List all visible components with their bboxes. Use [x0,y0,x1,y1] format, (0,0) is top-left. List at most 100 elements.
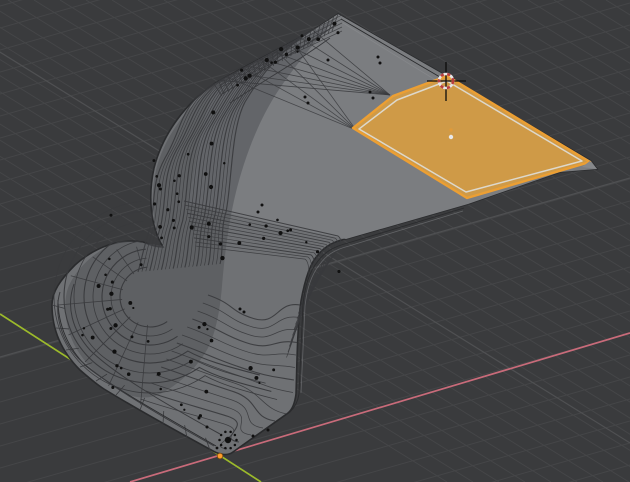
face-dot-secondary [449,128,452,131]
ring-vertex-dot [235,439,238,442]
vertex-dot [207,235,210,238]
vertex-dot [264,224,267,227]
vertex-dot [180,403,183,406]
vertex-dot [286,229,289,232]
vertex-dot [111,281,114,284]
vertex-dot [257,211,260,214]
vertex-dot [270,61,273,64]
vertex-dot [120,367,123,370]
vertex-dot [219,242,222,245]
vertex-dot [252,435,255,438]
vertex-dot [189,360,193,364]
vertex-dot [209,185,213,189]
vertex-dot [254,376,258,380]
vertex-dot [239,308,242,311]
vertex-dot [176,192,179,195]
vertex-dot [262,237,265,240]
vertex-dot [243,311,246,314]
ring-vertex-dot [234,444,237,447]
vertex-dot [109,214,112,217]
vertex-dot [91,336,95,340]
ring-vertex-dot [224,447,227,450]
ring-vertex-dot [218,439,221,442]
vertex-dot [115,364,118,367]
vertex-dot [173,180,176,183]
vertex-dot [210,339,214,343]
vertex-dot [296,45,300,49]
ring-vertex-dot [234,434,237,437]
vertex-dot [276,219,279,222]
vertex-dot [236,84,239,87]
vertex-dot [152,159,155,162]
vertex-dot [316,37,320,41]
vertex-dot [267,429,270,432]
vertex-dot [178,174,181,177]
ring-vertex-dot [220,434,223,437]
vertex-dot [249,223,252,226]
vertex-dot [279,47,283,51]
vertex-dot [159,388,162,391]
vertex-dot [173,226,176,229]
vertex-dot [109,307,112,310]
viewport-canvas[interactable] [0,0,630,482]
vertex-dot [183,409,185,411]
vertex-dot [127,372,131,376]
vertex-dot [379,62,382,65]
vertex-dot [104,273,107,276]
vertex-dot [206,426,209,429]
vertex-dot [261,204,264,207]
vertex-dot [377,56,380,59]
vertex-dot [274,61,277,64]
vertex-dot [248,366,252,370]
vertex-dot [337,270,340,273]
ring-vertex-dot [229,431,232,434]
vertex-dot [112,349,116,353]
vertex-dot [206,328,208,330]
vertex-dot [204,390,208,394]
object-origin-dot[interactable] [217,453,223,459]
viewport-3d[interactable] [0,0,630,482]
vertex-dot [147,340,150,343]
vertex-dot [155,175,158,178]
vertex-dot [81,334,84,337]
vertex-dot [158,225,162,229]
vertex-dot [113,323,117,327]
vertex-dot [247,73,251,77]
vertex-dot [211,110,215,114]
vertex-dot [336,31,339,34]
vertex-dot [244,76,248,80]
vertex-dot [153,202,156,205]
vertex-dot [157,372,161,376]
vertex-dot [140,263,143,266]
face-center-dot[interactable] [449,135,453,139]
vertex-dot [210,142,214,146]
vertex-dot [111,386,114,389]
ring-vertex-dot [220,444,223,447]
vertex-dot [109,292,113,296]
vertex-dot [301,34,304,37]
vertex-dot [83,327,85,329]
ring-center-dot [225,437,231,443]
vertex-dot [285,53,288,56]
vertex-dot [166,208,169,211]
vertex-dot [369,91,372,94]
vertex-dot [305,241,307,243]
vertex-dot [128,301,132,305]
vertex-dot [159,188,162,191]
vertex-dot [327,59,330,62]
vertex-dot [109,327,112,330]
vertex-dot [220,256,224,260]
vertex-dot [207,222,211,226]
vertex-dot [240,69,243,72]
vertex-dot [265,58,269,62]
vertex-dot [198,326,201,329]
vertex-dot [304,96,307,99]
vertex-dot [372,97,375,100]
vertex-dot [160,236,163,239]
vertex-dot [157,183,161,187]
vertex-dot [130,335,133,338]
vertex-dot [204,172,208,176]
vertex-dot [289,228,292,231]
vertex-dot [223,162,225,164]
vertex-dot [190,225,194,229]
